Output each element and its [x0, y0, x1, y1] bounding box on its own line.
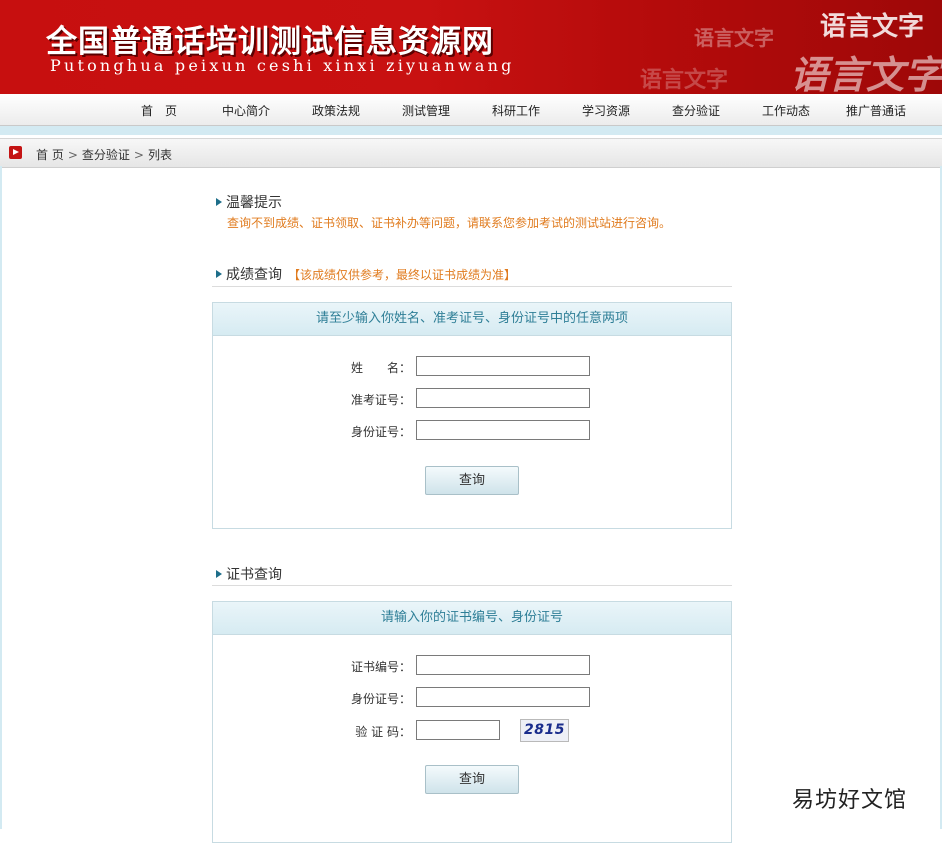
score-query-title: 成绩查询: [226, 267, 282, 283]
form-row-id-number: 身份证号：: [213, 420, 731, 442]
tip-title: 温馨提示: [226, 195, 282, 211]
score-query-panel: 请至少输入你姓名、准考证号、身份证号中的任意两项 姓 名： 准考证号： 身份证号…: [212, 302, 732, 529]
breadcrumb-separator: >: [67, 148, 78, 162]
tip-heading: 温馨提示: [216, 192, 282, 212]
site-title: 全国普通话培训测试信息资源网: [46, 24, 494, 60]
nav-item-home[interactable]: 首 页: [141, 102, 177, 119]
id-number-label: 身份证号：: [351, 692, 412, 706]
nav-item-about[interactable]: 中心简介: [222, 102, 270, 119]
form-row-name: 姓 名：: [213, 356, 731, 378]
cert-query-panel-title: 请输入你的证书编号、身份证号: [213, 602, 731, 635]
section-divider: [212, 286, 732, 287]
breadcrumb-play-icon: [9, 146, 22, 159]
cert-query-panel: 请输入你的证书编号、身份证号 证书编号： 身份证号： 验 证 码： 2815 查…: [212, 601, 732, 843]
banner-decor-text: 语言文字: [694, 26, 774, 50]
page-left-border: [0, 166, 2, 829]
banner-decor-calligraphy: 语言文字: [790, 52, 942, 94]
nav-item-promote-putonghua[interactable]: 推广普通话: [846, 102, 906, 119]
captcha-label: 验 证 码：: [355, 725, 411, 739]
name-input[interactable]: [416, 356, 590, 376]
breadcrumb: 首 页 > 查分验证 > 列表: [36, 146, 172, 163]
form-row-id-number: 身份证号：: [213, 687, 731, 709]
cert-number-label: 证书编号：: [351, 660, 412, 674]
watermark-text: 易坊好文馆: [792, 782, 908, 814]
breadcrumb-bar: 首 页 > 查分验证 > 列表: [0, 138, 942, 168]
nav-item-news[interactable]: 工作动态: [762, 102, 810, 119]
id-number-label: 身份证号：: [351, 425, 412, 439]
exam-number-input[interactable]: [416, 388, 590, 408]
nav-item-research[interactable]: 科研工作: [492, 102, 540, 119]
banner-decor-text: 语言文字: [640, 67, 729, 93]
site-subtitle: Putonghua peixun ceshi xinxi ziyuanwang: [50, 56, 515, 75]
triangle-arrow-icon: [216, 270, 222, 278]
form-row-captcha: 验 证 码： 2815: [213, 719, 731, 742]
form-row-cert-number: 证书编号：: [213, 655, 731, 677]
cert-query-heading: 证书查询: [216, 564, 282, 584]
score-query-heading: 成绩查询 【该成绩仅供参考，最终以证书成绩为准】: [216, 264, 516, 284]
captcha-image[interactable]: 2815: [520, 719, 569, 742]
cert-query-button[interactable]: 查询: [425, 765, 519, 794]
exam-number-label: 准考证号：: [351, 393, 412, 407]
triangle-arrow-icon: [216, 198, 222, 206]
cert-query-title: 证书查询: [226, 567, 282, 583]
score-query-panel-title: 请至少输入你姓名、准考证号、身份证号中的任意两项: [213, 303, 731, 336]
triangle-arrow-icon: [216, 570, 222, 578]
score-query-button[interactable]: 查询: [425, 466, 519, 495]
nav-item-learning-resources[interactable]: 学习资源: [582, 102, 630, 119]
nav-item-test-management[interactable]: 测试管理: [402, 102, 450, 119]
tip-text: 查询不到成绩、证书领取、证书补办等问题，请联系您参加考试的测试站进行咨询。: [227, 216, 672, 230]
score-query-note: 【该成绩仅供参考，最终以证书成绩为准】: [288, 268, 517, 282]
breadcrumb-separator: >: [133, 148, 144, 162]
id-number-input[interactable]: [416, 420, 590, 440]
breadcrumb-score-link[interactable]: 查分验证: [82, 148, 130, 162]
breadcrumb-home-link[interactable]: 首 页: [36, 148, 64, 162]
form-row-exam-number: 准考证号：: [213, 388, 731, 410]
banner-decor-text: 语言文字: [820, 12, 925, 42]
nav-item-score-verification[interactable]: 查分验证: [672, 102, 720, 119]
breadcrumb-current: 列表: [147, 148, 172, 162]
name-label: 姓 名：: [351, 361, 412, 375]
captcha-input[interactable]: [416, 720, 500, 740]
site-banner: 全国普通话培训测试信息资源网 Putonghua peixun ceshi xi…: [0, 0, 942, 94]
section-divider: [212, 585, 732, 586]
main-nav: 首 页 中心简介 政策法规 测试管理 科研工作 学习资源 查分验证 工作动态 推…: [0, 94, 942, 126]
nav-divider-strip: [0, 126, 942, 135]
id-number-input[interactable]: [416, 687, 590, 707]
cert-number-input[interactable]: [416, 655, 590, 675]
nav-item-policy[interactable]: 政策法规: [312, 102, 360, 119]
